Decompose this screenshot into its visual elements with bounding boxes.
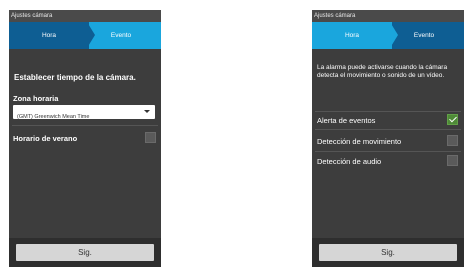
event-alert-checkbox[interactable] <box>447 114 458 125</box>
timezone-select[interactable]: (GMT) Greenwich Mean Time <box>13 105 155 120</box>
tab-bar: Evento Hora <box>312 22 464 49</box>
caret-down-icon <box>144 110 150 113</box>
audio-detection-label: Detección de audio <box>317 157 382 166</box>
tab-arrow <box>390 22 398 48</box>
dst-checkbox[interactable] <box>145 132 156 143</box>
tab-bar: Evento Hora <box>9 22 161 49</box>
motion-detection-label: Detección de movimiento <box>317 137 402 146</box>
tab-arrow <box>87 22 95 48</box>
window-title: Ajustes cámara <box>312 10 464 22</box>
divider <box>315 151 461 152</box>
window-title: Ajustes cámara <box>9 10 161 22</box>
event-alert-label: Alerta de eventos <box>317 116 376 125</box>
check-icon <box>449 114 457 123</box>
next-button[interactable]: Sig. <box>16 244 154 261</box>
timezone-value: (GMT) Greenwich Mean Time <box>17 114 90 120</box>
dst-label: Horario de verano <box>13 134 78 143</box>
motion-detection-checkbox[interactable] <box>447 135 458 146</box>
camera-settings-event-screen: Ajustes cámara Evento Hora La alarma pue… <box>312 10 464 267</box>
tab-hora[interactable]: Hora <box>9 22 89 49</box>
audio-detection-checkbox[interactable] <box>447 155 458 166</box>
tab-hora[interactable]: Hora <box>312 22 392 49</box>
next-button[interactable]: Sig. <box>319 244 457 261</box>
divider <box>12 125 158 126</box>
divider <box>315 129 461 130</box>
event-description: La alarma puede activarse cuando la cáma… <box>317 64 448 79</box>
timezone-label: Zona horaria <box>13 94 59 103</box>
divider <box>315 111 461 112</box>
camera-settings-time-screen: Ajustes cámara Evento Hora Establecer ti… <box>9 10 161 267</box>
page-heading: Establecer tiempo de la cámara. <box>14 73 136 82</box>
